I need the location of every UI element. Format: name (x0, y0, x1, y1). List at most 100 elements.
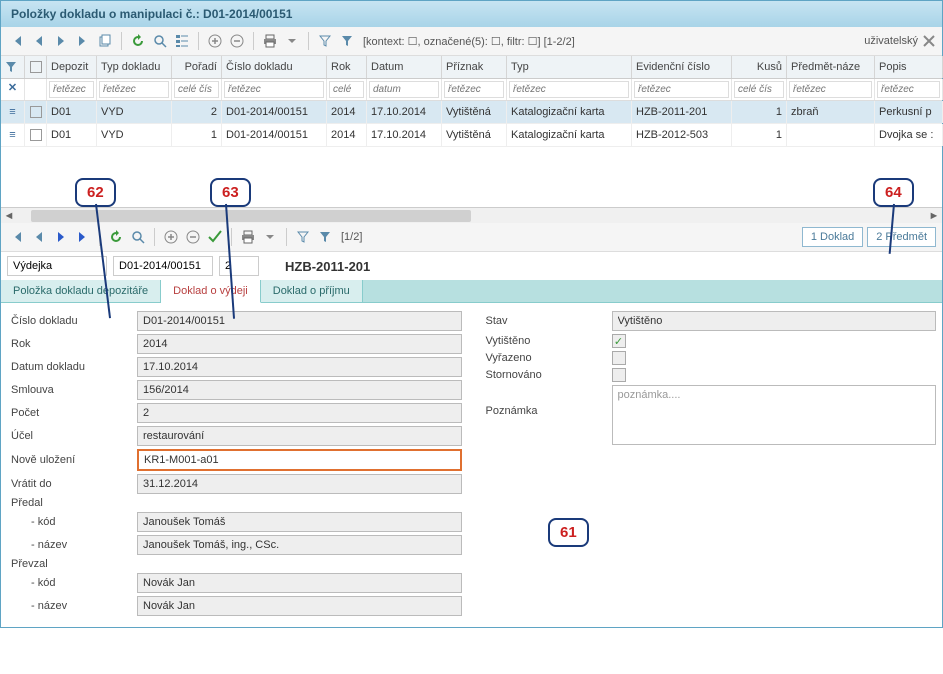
filter-typ[interactable] (509, 81, 629, 98)
input-predal-kod[interactable] (137, 512, 462, 532)
filter-rok[interactable] (329, 81, 364, 98)
col-typdokladu[interactable]: Typ dokladu (97, 56, 172, 78)
filter-depozit[interactable] (49, 81, 94, 98)
label-vyrazeno: Vyřazeno (482, 352, 612, 364)
copy-icon[interactable] (95, 31, 115, 51)
dropdown-icon[interactable] (282, 31, 302, 51)
last-icon[interactable] (73, 227, 93, 247)
label-vytisteno: Vytištěno (482, 335, 612, 347)
label-nove: Nově uložení (7, 454, 137, 466)
user-label: uživatelský (864, 35, 918, 47)
filter-icon[interactable] (293, 227, 313, 247)
next-icon[interactable] (51, 31, 71, 51)
col-kusu[interactable]: Kusů (732, 56, 787, 78)
filter-predmet[interactable] (789, 81, 872, 98)
print-icon[interactable] (238, 227, 258, 247)
input-prevzal-nazev[interactable] (137, 596, 462, 616)
col-cislo[interactable]: Číslo dokladu (222, 56, 327, 78)
col-evid[interactable]: Evidenční číslo (632, 56, 732, 78)
filter-kusu[interactable] (734, 81, 784, 98)
id-evid: HZB-2011-201 (285, 259, 370, 274)
col-predmet[interactable]: Předmět-náze (787, 56, 875, 78)
filter-cislo[interactable] (224, 81, 324, 98)
input-cislo[interactable] (137, 311, 462, 331)
tab-vydej[interactable]: Doklad o výdeji (161, 280, 261, 303)
input-predal-nazev[interactable] (137, 535, 462, 555)
input-stav[interactable] (612, 311, 937, 331)
clear-filter-icon[interactable]: ✕ (1, 79, 25, 100)
input-datum[interactable] (137, 357, 462, 377)
row-menu-icon[interactable]: ≡ (1, 124, 25, 146)
id-poradi[interactable] (219, 256, 259, 276)
filter-popis[interactable] (877, 81, 940, 98)
tree-icon[interactable] (172, 31, 192, 51)
label-cislo: Číslo dokladu (7, 315, 137, 327)
label-rok: Rok (7, 338, 137, 350)
input-prevzal-kod[interactable] (137, 573, 462, 593)
tab-prijem[interactable]: Doklad o příjmu (261, 280, 363, 302)
context-text: [kontext: ☐, označené(5): ☐, filtr: ☐] [… (363, 35, 575, 48)
add-icon[interactable] (161, 227, 181, 247)
prev-icon[interactable] (29, 31, 49, 51)
input-ucel[interactable] (137, 426, 462, 446)
col-datum[interactable]: Datum (367, 56, 442, 78)
remove-icon[interactable] (183, 227, 203, 247)
refresh-icon[interactable] (128, 31, 148, 51)
settings-icon[interactable] (922, 34, 936, 48)
filter-icon[interactable] (315, 31, 335, 51)
input-vratit[interactable] (137, 474, 462, 494)
zoom-icon[interactable] (128, 227, 148, 247)
col-popis[interactable]: Popis (875, 56, 943, 78)
next-icon[interactable] (51, 227, 71, 247)
filter-typdokladu[interactable] (99, 81, 169, 98)
first-icon[interactable] (7, 227, 27, 247)
input-rok[interactable] (137, 334, 462, 354)
nav-doklad[interactable]: 1 Doklad (802, 227, 863, 247)
window-title: Položky dokladu o manipulaci č.: D01-201… (1, 1, 942, 27)
label-prevzal: Převzal (7, 558, 137, 570)
filter2-icon[interactable] (315, 227, 335, 247)
col-rok[interactable]: Rok (327, 56, 367, 78)
row-menu-icon[interactable]: ≡ (1, 101, 25, 123)
check-storno[interactable] (612, 368, 626, 382)
table-row[interactable]: ≡ D01 VYD 2 D01-2014/00151 2014 17.10.20… (1, 101, 942, 124)
add-icon[interactable] (205, 31, 225, 51)
select-all-checkbox[interactable] (30, 61, 42, 73)
input-smlouva[interactable] (137, 380, 462, 400)
nav-predmet[interactable]: 2 Předmět (867, 227, 936, 247)
id-cislo[interactable] (113, 256, 213, 276)
check-vytisteno[interactable]: ✓ (612, 334, 626, 348)
last-icon[interactable] (73, 31, 93, 51)
filter-evid[interactable] (634, 81, 729, 98)
horizontal-scrollbar[interactable]: ◄ ► (1, 207, 942, 223)
col-priznak[interactable]: Příznak (442, 56, 507, 78)
refresh-icon[interactable] (106, 227, 126, 247)
row-checkbox[interactable] (30, 106, 42, 118)
input-pocet[interactable] (137, 403, 462, 423)
first-icon[interactable] (7, 31, 27, 51)
dropdown-icon[interactable] (260, 227, 280, 247)
callout-63: 63 (210, 178, 251, 207)
col-depozit[interactable]: Depozit (47, 56, 97, 78)
check-icon[interactable] (205, 227, 225, 247)
filter2-icon[interactable] (337, 31, 357, 51)
filter-poradi[interactable] (174, 81, 219, 98)
remove-icon[interactable] (227, 31, 247, 51)
filter-priznak[interactable] (444, 81, 504, 98)
id-typ[interactable] (7, 256, 107, 276)
row-checkbox[interactable] (30, 129, 42, 141)
filter-datum[interactable] (369, 81, 439, 98)
table-row[interactable]: ≡ D01 VYD 1 D01-2014/00151 2014 17.10.20… (1, 124, 942, 147)
print-icon[interactable] (260, 31, 280, 51)
zoom-icon[interactable] (150, 31, 170, 51)
col-poradi[interactable]: Pořadí (172, 56, 222, 78)
tab-polozka[interactable]: Položka dokladu depozitáře (1, 280, 161, 302)
prev-icon[interactable] (29, 227, 49, 247)
col-typ[interactable]: Typ (507, 56, 632, 78)
input-nove[interactable] (137, 449, 462, 471)
detail-toolbar: [1/2] 1 Doklad 2 Předmět (1, 223, 942, 252)
callout-61: 61 (548, 518, 589, 547)
input-poznamka[interactable] (612, 385, 937, 445)
check-vyrazeno[interactable] (612, 351, 626, 365)
label-ucel: Účel (7, 430, 137, 442)
